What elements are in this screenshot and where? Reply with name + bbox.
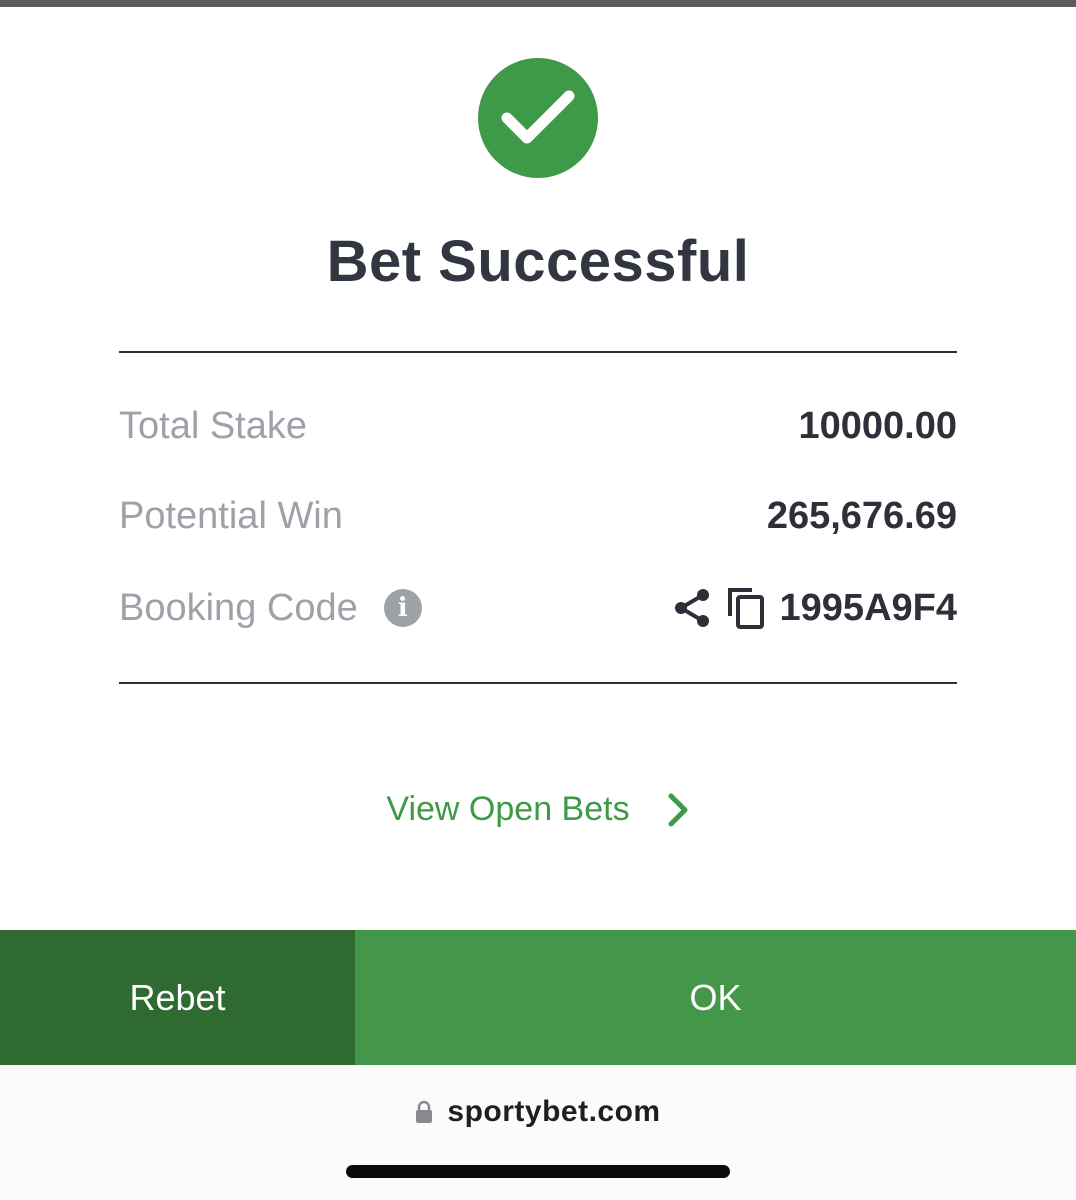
checkmark-icon: [478, 58, 598, 178]
browser-address-bar: sportybet.com: [0, 1065, 1076, 1200]
potential-win-value: 265,676.69: [766, 494, 957, 537]
view-open-bets-label: View Open Bets: [386, 790, 630, 828]
view-open-bets-link[interactable]: View Open Bets: [0, 790, 1076, 829]
booking-code-row: Booking Code i 1995A9F4: [119, 578, 957, 638]
booking-code-value[interactable]: 1995A9F4: [780, 587, 957, 630]
bet-success-page: Bet Successful Total Stake 10000.00 Pote…: [0, 0, 1076, 1200]
total-stake-row: Total Stake 10000.00: [119, 396, 957, 456]
ok-button[interactable]: OK: [355, 930, 1076, 1065]
booking-code-label-group: Booking Code i: [119, 587, 422, 630]
total-stake-value: 10000.00: [798, 404, 958, 447]
divider-top: [119, 351, 957, 353]
divider-bottom: [119, 682, 957, 684]
rebet-button[interactable]: Rebet: [0, 930, 355, 1065]
copy-icon[interactable]: [726, 586, 766, 630]
potential-win-label: Potential Win: [119, 494, 343, 537]
booking-code-label: Booking Code: [119, 586, 358, 629]
top-strip: [0, 0, 1076, 7]
booking-code-value-group: 1995A9F4: [672, 586, 957, 630]
url-display[interactable]: sportybet.com: [0, 1095, 1076, 1129]
url-text: sportybet.com: [447, 1095, 661, 1128]
total-stake-label: Total Stake: [119, 404, 307, 447]
potential-win-row: Potential Win 265,676.69: [119, 486, 957, 546]
chevron-right-icon: [666, 792, 690, 828]
lock-icon: [415, 1100, 433, 1124]
home-indicator: [346, 1165, 730, 1178]
page-title: Bet Successful: [326, 229, 750, 294]
action-bar: Rebet OK: [0, 930, 1076, 1065]
share-icon[interactable]: [672, 587, 712, 629]
info-icon[interactable]: i: [383, 589, 422, 627]
